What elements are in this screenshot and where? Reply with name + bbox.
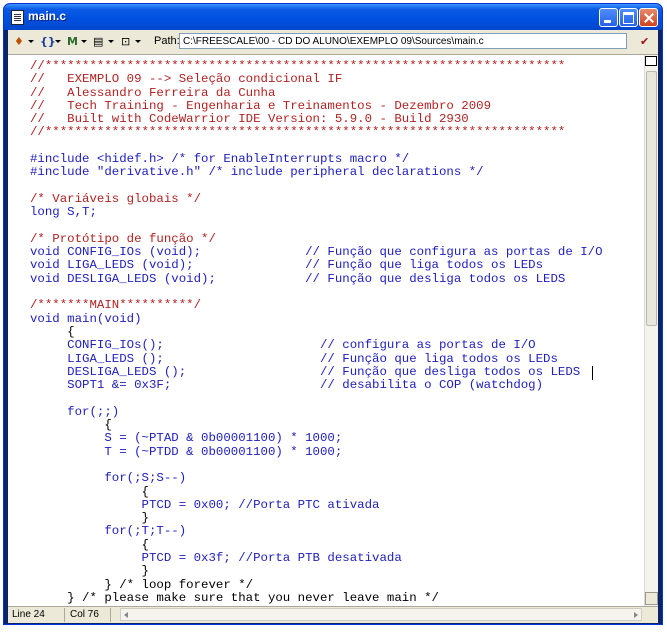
code-line[interactable]: } (30, 564, 603, 578)
code-line[interactable]: /* Protótipo de função */ (30, 232, 603, 246)
code-line[interactable]: void main(void) (30, 312, 603, 326)
scroll-down-button[interactable] (645, 592, 658, 605)
vertical-scrollbar[interactable] (644, 55, 658, 606)
version-control-icon[interactable]: ⊡ (121, 35, 130, 49)
maximize-button[interactable] (619, 8, 638, 27)
code-line[interactable]: LIGA_LEDS (); // Função que liga todos o… (30, 352, 603, 366)
status-bar: Line 24 Col 76 (8, 606, 658, 623)
code-line[interactable]: PTCD = 0x00; //Porta PTC ativada (30, 498, 603, 512)
window-title: main.c (28, 9, 67, 23)
close-button[interactable] (639, 8, 658, 27)
code-line[interactable]: S = (~PTAD & 0b00001100) * 1000; (30, 432, 603, 446)
chevron-down-icon[interactable] (135, 40, 141, 43)
code-line[interactable]: long S,T; (30, 205, 603, 219)
code-line[interactable]: { (30, 418, 603, 432)
code-line[interactable] (30, 392, 603, 405)
code-line[interactable]: #include "derivative.h" /* include perip… (30, 166, 603, 180)
code-line[interactable] (30, 180, 603, 193)
code-line[interactable]: // Alessandro Ferreira da Cunha (30, 86, 603, 100)
scroll-right-icon[interactable] (634, 612, 638, 618)
editor-toolbar: ♦ {} M ▤ ⊡ Path: C:\FREESCALE\00 - CD DO… (8, 30, 658, 55)
code-line[interactable]: for(;T;T--) (30, 525, 603, 539)
path-label: Path: (154, 35, 180, 47)
code-text[interactable]: //**************************************… (30, 59, 603, 605)
make-icon[interactable]: ♦ (14, 35, 24, 49)
code-line[interactable] (30, 459, 603, 472)
document-icon (11, 10, 24, 25)
split-pane-icon[interactable] (645, 56, 657, 66)
code-line[interactable]: // EXEMPLO 09 --> Seleção condicional IF (30, 72, 603, 86)
line-indicator: Line 24 (12, 609, 45, 620)
code-line[interactable]: void DESLIGA_LEDS (void); // Função que … (30, 272, 603, 286)
code-line[interactable]: //**************************************… (30, 59, 603, 73)
code-line[interactable]: /*******MAIN**********/ (30, 299, 603, 313)
divider (64, 608, 65, 622)
code-line[interactable]: void CONFIG_IOs (void); // Função que co… (30, 245, 603, 259)
code-editor[interactable]: //**************************************… (8, 55, 644, 606)
chevron-down-icon[interactable] (108, 40, 114, 43)
code-line[interactable]: SOPT1 &= 0x3F; // desabilita o COP (watc… (30, 378, 603, 392)
code-line[interactable] (30, 140, 603, 153)
minimize-button[interactable] (599, 8, 618, 27)
chevron-down-icon[interactable] (81, 40, 87, 43)
code-line[interactable]: T = (~PTDD & 0b00001100) * 1000; (30, 445, 603, 459)
code-line[interactable] (30, 286, 603, 299)
code-line[interactable]: { (30, 538, 603, 552)
divider (110, 608, 111, 622)
document-settings-icon[interactable]: ▤ (93, 35, 103, 49)
code-line[interactable]: //**************************************… (30, 126, 603, 140)
code-line[interactable] (30, 220, 603, 233)
code-line[interactable]: for(;S;S--) (30, 471, 603, 485)
code-line[interactable]: CONFIG_IOs(); // configura as portas de … (30, 338, 603, 352)
scrollbar-thumb[interactable] (646, 71, 657, 326)
code-line[interactable]: for(;;) (30, 405, 603, 419)
code-line[interactable]: // Built with CodeWarrior IDE Version: 5… (30, 112, 603, 126)
editor-window: main.c ♦ {} M ▤ ⊡ Path: C:\FREESCALE\00 … (3, 3, 663, 625)
code-line[interactable]: } /* please make sure that you never lea… (30, 591, 603, 605)
horizontal-scrollbar[interactable] (120, 608, 642, 621)
text-cursor (592, 366, 593, 380)
code-line[interactable]: } (30, 511, 603, 525)
markers-icon[interactable]: M (67, 35, 78, 49)
path-field[interactable]: C:\FREESCALE\00 - CD DO ALUNO\EXEMPLO 09… (179, 33, 627, 49)
code-line[interactable]: { (30, 325, 603, 339)
code-line[interactable]: PTCD = 0x3f; //Porta PTB desativada (30, 551, 603, 565)
chevron-down-icon[interactable] (55, 40, 61, 43)
functions-icon[interactable]: {} (40, 35, 56, 49)
code-line[interactable]: { (30, 485, 603, 499)
code-line[interactable]: } /* loop forever */ (30, 578, 603, 592)
chevron-down-icon[interactable] (28, 40, 34, 43)
code-line[interactable]: /* Variáveis globais */ (30, 192, 603, 206)
code-line[interactable]: // Tech Training - Engenharia e Treiname… (30, 99, 603, 113)
code-line[interactable]: void LIGA_LEDS (void); // Função que lig… (30, 259, 603, 273)
code-line[interactable]: DESLIGA_LEDS (); // Função que desliga t… (30, 365, 603, 379)
code-line[interactable]: #include <hidef.h> /* for EnableInterrup… (30, 152, 603, 166)
scroll-left-icon[interactable] (124, 612, 128, 618)
checkmark-icon[interactable]: ✔ (640, 35, 649, 49)
column-indicator: Col 76 (70, 609, 99, 620)
title-bar[interactable]: main.c (4, 4, 662, 30)
